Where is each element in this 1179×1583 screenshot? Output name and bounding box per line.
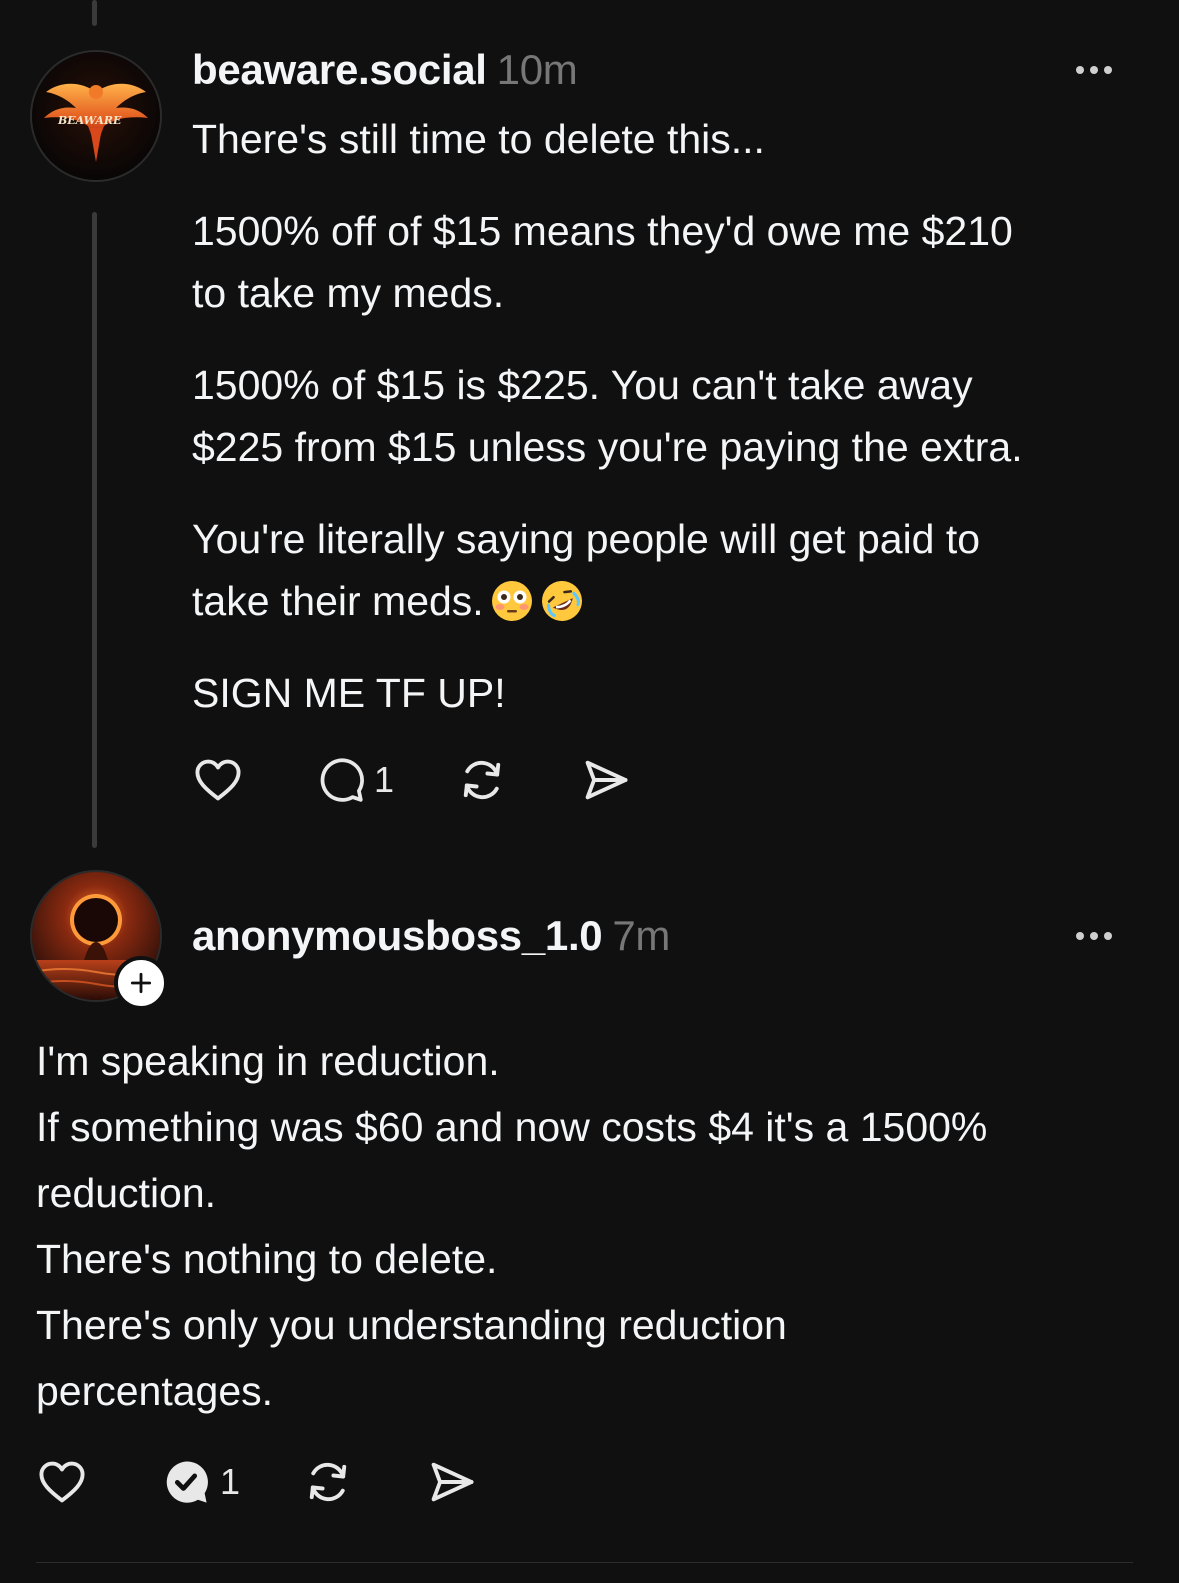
dot — [1076, 66, 1084, 74]
rolling-on-floor-laughing-emoji — [541, 581, 582, 621]
post1-paragraph: There's still time to delete this... — [192, 108, 1023, 170]
avatar-logo-text: BEAWARE — [57, 114, 122, 127]
text-line: There's only you understanding reduction — [36, 1302, 787, 1348]
post2-username[interactable]: anonymousboss_1.0 — [192, 912, 603, 959]
plus-icon — [130, 972, 152, 994]
follow-plus-button[interactable] — [114, 956, 168, 1010]
post1-like-button[interactable] — [192, 754, 244, 806]
dot — [1090, 932, 1098, 940]
text-line: SIGN ME TF UP! — [192, 670, 506, 716]
post1-header: beaware.social 10m — [192, 46, 578, 94]
heart-icon — [195, 759, 241, 801]
replied-check-icon — [166, 1461, 208, 1503]
dot — [1104, 932, 1112, 940]
post2-more-button[interactable] — [1076, 932, 1112, 940]
post2-header: anonymousboss_1.0 7m — [192, 912, 670, 960]
dot — [1104, 66, 1112, 74]
post1-share-button[interactable] — [580, 754, 632, 806]
thread-line-connector — [92, 212, 97, 848]
post1-paragraph: SIGN ME TF UP! — [192, 662, 1023, 724]
avatar-beaware[interactable]: BEAWARE — [30, 50, 162, 182]
post2-actions: 1 — [36, 1456, 478, 1508]
post2-like-button[interactable] — [36, 1456, 88, 1508]
text-line: You're literally saying people will get … — [192, 516, 981, 562]
post1-more-button[interactable] — [1076, 66, 1112, 74]
share-icon — [585, 760, 628, 800]
post1-username[interactable]: beaware.social — [192, 46, 487, 93]
share-icon — [431, 1462, 474, 1502]
repost-icon — [309, 1462, 347, 1502]
text-line: I'm speaking in reduction. — [36, 1038, 500, 1084]
post-divider — [36, 1562, 1133, 1563]
text-line: If something was $60 and now costs $4 it… — [36, 1104, 988, 1150]
post1-reply-count: 1 — [374, 759, 395, 800]
repost-icon — [463, 760, 501, 800]
dot — [1090, 66, 1098, 74]
phoenix-logo: BEAWARE — [32, 52, 160, 180]
thread-line-top — [92, 0, 97, 26]
text-line: 1500% of $15 is $225. You can't take awa… — [192, 362, 973, 408]
text-line: There's still time to delete this... — [192, 116, 765, 162]
post1-paragraph: 1500% of $15 is $225. You can't take awa… — [192, 354, 1023, 478]
post1-body: There's still time to delete this... 150… — [192, 108, 1023, 724]
text-line: percentages. — [36, 1368, 274, 1414]
post1-paragraph: You're literally saying people will get … — [192, 508, 1023, 632]
text-line: $225 from $15 unless you're paying the e… — [192, 424, 1023, 470]
post1-actions: 1 — [192, 754, 632, 806]
post1-repost-button[interactable] — [456, 754, 508, 806]
text-line: to take my meds. — [192, 270, 505, 316]
text-line: take their meds. — [192, 578, 484, 624]
text-line: reduction. — [36, 1170, 217, 1216]
post2-time: 7m — [612, 912, 671, 959]
post2-reply-count: 1 — [220, 1461, 241, 1502]
post2-share-button[interactable] — [426, 1456, 478, 1508]
post2-repost-button[interactable] — [302, 1456, 354, 1508]
text-line: 1500% off of $15 means they'd owe me $21… — [192, 208, 1013, 254]
post1-comment-button[interactable]: 1 — [316, 755, 394, 805]
post1-time: 10m — [496, 46, 578, 93]
flushed-face-emoji — [491, 581, 532, 621]
heart-icon — [39, 1461, 85, 1503]
post2-body: I'm speaking in reduction. If something … — [36, 1028, 987, 1424]
text-line: There's nothing to delete. — [36, 1236, 498, 1282]
post2-comment-button[interactable]: 1 — [160, 1456, 240, 1508]
post1-paragraph: 1500% off of $15 means they'd owe me $21… — [192, 200, 1023, 324]
dot — [1076, 932, 1084, 940]
comment-icon — [320, 758, 364, 802]
